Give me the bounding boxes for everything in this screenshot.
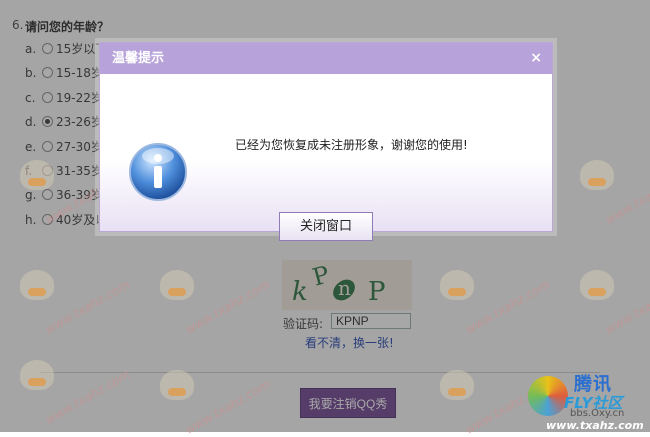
- dialog-message: 已经为您恢复成未注册形象，谢谢您的使用!: [235, 138, 468, 152]
- site-logo: 腾讯 FLY社区 bbs.Oxy.cn www.txahz.com: [526, 368, 650, 432]
- logo-swirl-icon: [528, 376, 568, 416]
- watermark-mascot-icon: [440, 370, 474, 400]
- notice-dialog: 温馨提示 × 已经为您恢复成未注册形象，谢谢您的使用! 关闭窗口: [99, 42, 553, 241]
- close-window-button[interactable]: 关闭窗口: [279, 212, 373, 241]
- info-icon: [129, 143, 187, 201]
- logo-site: bbs.Oxy.cn: [570, 408, 625, 419]
- dialog-title: 温馨提示: [112, 51, 165, 66]
- watermark-mascot-icon: [440, 270, 474, 300]
- dialog-titlebar: 温馨提示 ×: [100, 43, 552, 74]
- watermark-mascot-icon: [20, 160, 54, 190]
- watermark-mascot-icon: [580, 160, 614, 190]
- watermark-mascot-icon: [20, 360, 54, 390]
- logo-url: www.txahz.com: [546, 419, 644, 432]
- watermark-mascot-icon: [20, 270, 54, 300]
- close-icon[interactable]: ×: [530, 43, 542, 74]
- watermark-mascot-icon: [160, 270, 194, 300]
- dialog-body: 已经为您恢复成未注册形象，谢谢您的使用! 关闭窗口: [100, 74, 552, 241]
- watermark-mascot-icon: [160, 370, 194, 400]
- watermark-mascot-icon: [580, 270, 614, 300]
